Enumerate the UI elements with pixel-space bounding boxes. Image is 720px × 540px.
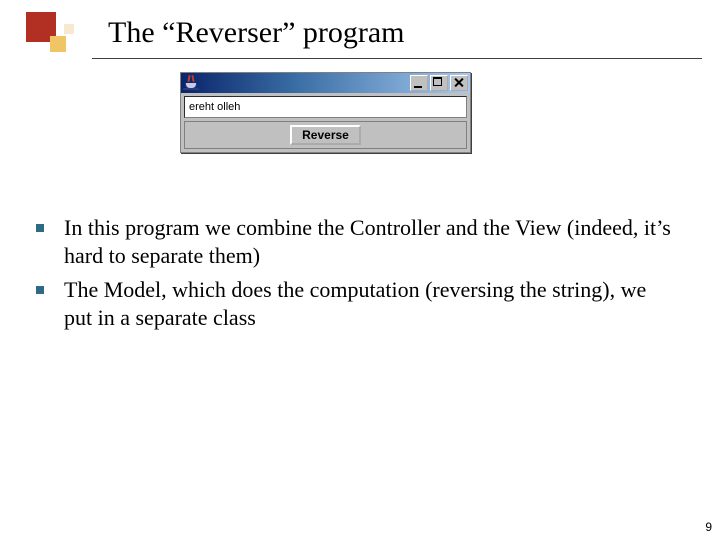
close-icon[interactable] xyxy=(450,75,468,91)
bullet-text: The Model, which does the computation (r… xyxy=(64,276,676,332)
bullet-icon xyxy=(36,224,44,232)
maximize-icon[interactable] xyxy=(430,75,448,91)
slide-title-block: The “Reverser” program xyxy=(0,12,720,56)
java-window: ereht olleh Reverse xyxy=(180,72,471,153)
reverse-button[interactable]: Reverse xyxy=(290,125,361,145)
title-ornament xyxy=(26,12,92,52)
slide-title: The “Reverser” program xyxy=(108,16,405,50)
window-body: ereht olleh Reverse xyxy=(181,93,470,152)
bullet-list: In this program we combine the Controlle… xyxy=(36,214,676,339)
minimize-icon[interactable] xyxy=(410,75,428,91)
button-row: Reverse xyxy=(184,121,467,149)
bullet-text: In this program we combine the Controlle… xyxy=(64,214,676,270)
title-underline xyxy=(92,58,702,59)
page-number: 9 xyxy=(705,520,712,534)
list-item: The Model, which does the computation (r… xyxy=(36,276,676,332)
bullet-icon xyxy=(36,286,44,294)
list-item: In this program we combine the Controlle… xyxy=(36,214,676,270)
window-titlebar xyxy=(181,73,470,93)
reversed-text-field[interactable]: ereht olleh xyxy=(184,96,467,118)
java-icon xyxy=(183,75,199,91)
